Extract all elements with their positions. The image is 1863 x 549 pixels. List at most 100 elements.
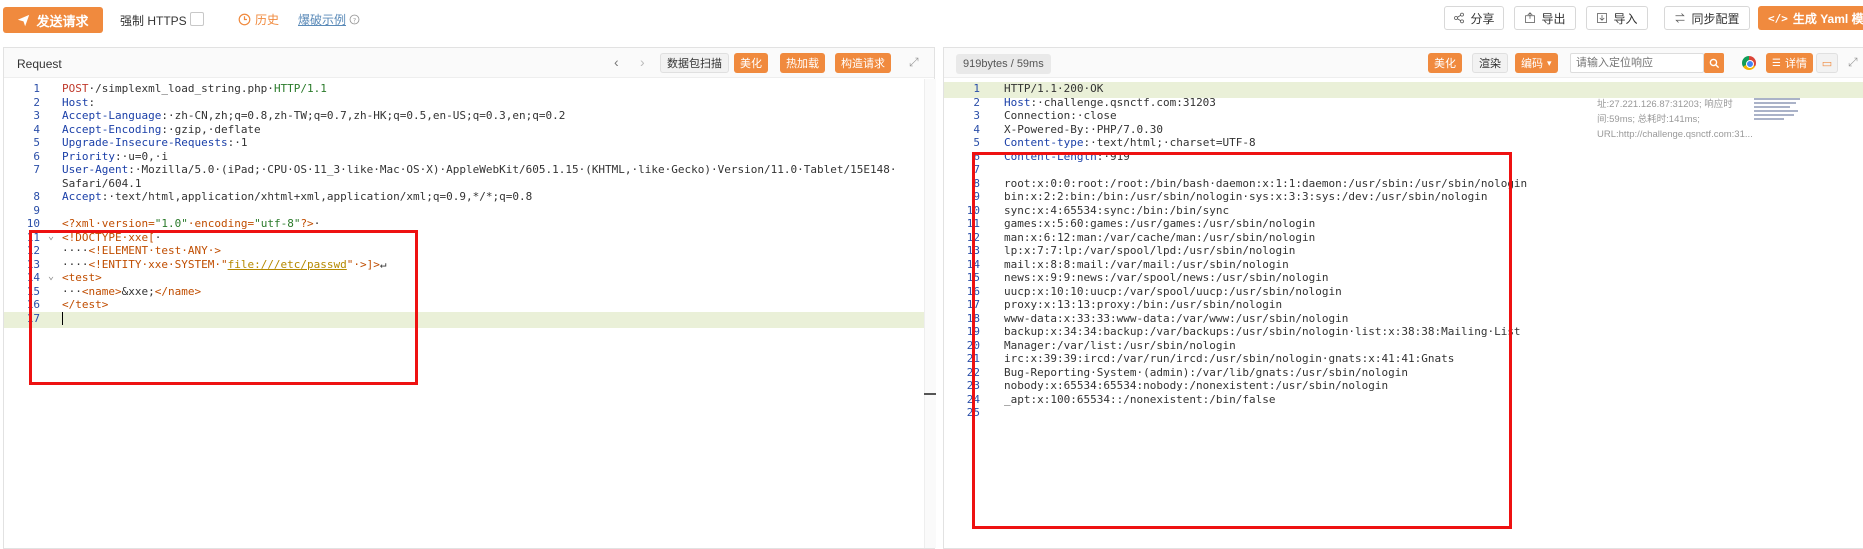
svg-text:?: ? — [353, 17, 356, 24]
line-number: 10 — [26, 217, 40, 230]
code-text: Connection:·close — [1004, 109, 1117, 122]
code-text: Host:·challenge.qsnctf.com:31203 — [1004, 96, 1216, 109]
render-button[interactable]: 渲染 — [1472, 53, 1508, 73]
share-icon — [1454, 12, 1465, 24]
code-token: ?> — [300, 217, 314, 230]
import-button[interactable]: 导入 — [1586, 6, 1648, 30]
code-token: :·Mozilla/5.0·(iPad;·CPU·OS·11_3·like·Ma… — [128, 163, 897, 176]
sync-config-button[interactable]: 同步配置 — [1664, 6, 1750, 30]
code-token: Accept-Encoding — [62, 122, 162, 136]
export-button[interactable]: 导出 — [1514, 6, 1576, 30]
code-text: User-Agent:·Mozilla/5.0·(iPad;·CPU·OS·11… — [62, 163, 896, 176]
browser-icon[interactable] — [1742, 56, 1756, 70]
line-number: 1 — [33, 82, 40, 95]
line-number: 7 — [33, 163, 40, 176]
request-scroll-marker — [924, 393, 936, 395]
menu-icon: ☰ — [1772, 57, 1781, 69]
expand-icon[interactable]: ⤢ — [909, 55, 919, 70]
code-token: Content-type — [1004, 136, 1084, 149]
code-token: :·zh-CN,zh;q=0.8,zh-TW;q=0.7,zh-HK;q=0.5… — [161, 109, 566, 122]
code-token: Priority — [62, 149, 115, 163]
help-icon: ? — [349, 14, 360, 25]
request-beautify-button[interactable]: 美化 — [734, 53, 768, 73]
send-request-button[interactable]: 发送请求 — [3, 7, 103, 33]
share-button[interactable]: 分享 — [1444, 6, 1504, 30]
code-token: Connection:·close — [1004, 109, 1117, 122]
build-request-button[interactable]: 构造请求 — [835, 53, 891, 73]
code-token: ·encoding= — [187, 217, 255, 230]
generate-yaml-label: 生成 Yaml 模板 — [1792, 11, 1863, 26]
response-expand-icon[interactable]: ⤢ — [1848, 55, 1858, 70]
top-toolbar: 发送请求 强制 HTTPS 历史 爆破示例 ? 分享 导出 导入 同步配置 </… — [0, 0, 1863, 40]
line-number: 5 — [973, 136, 980, 149]
code-token: Accept-Language — [62, 109, 162, 122]
code-token: ·/simplexml_load_string.php· — [88, 82, 274, 95]
code-text: Safari/604.1 — [62, 177, 141, 190]
chevron-left-icon[interactable]: ‹ — [614, 54, 619, 70]
code-token: :·gzip,·deflate — [161, 122, 261, 136]
code-text: Accept:·text/html,application/xhtml+xml,… — [62, 190, 532, 203]
examples-label: 爆破示例 — [298, 13, 347, 27]
code-token: Host — [62, 95, 89, 109]
line-number: 4 — [33, 122, 40, 136]
send-icon — [18, 14, 30, 26]
code-token: HTTP/1.1·200·OK — [1004, 82, 1104, 95]
response-panel: 919bytes / 59ms 美化 渲染 编码 ▾ ☰ 详情 ▭ ⤢ DNS耗… — [943, 47, 1863, 549]
request-scrollbar[interactable] — [924, 79, 936, 548]
code-text: <?xml·version="1.0"·encoding="utf-8"?>· — [62, 217, 320, 230]
line-number: 3 — [973, 109, 980, 122]
code-token: Upgrade-Insecure-Requests — [62, 136, 228, 149]
chevron-down-icon: ▾ — [1547, 57, 1552, 68]
encoding-dropdown[interactable]: 编码 ▾ — [1515, 53, 1558, 73]
code-text: Accept-Language:·zh-CN,zh;q=0.8,zh-TW;q=… — [62, 109, 565, 122]
code-token: Host — [1004, 95, 1031, 109]
details-button[interactable]: ☰ 详情 — [1766, 53, 1813, 73]
encoding-label: 编码 — [1521, 58, 1543, 70]
code-text: HTTP/1.1·200·OK — [1004, 82, 1103, 95]
code-token: User-Agent — [62, 163, 129, 176]
line-number: 2 — [33, 95, 40, 109]
code-text: Priority:·u=0,·i — [62, 150, 168, 163]
code-token: "utf-8" — [254, 217, 301, 230]
export-label: 导出 — [1541, 11, 1566, 26]
clock-icon — [238, 13, 251, 26]
code-token: "1.0" — [154, 217, 188, 230]
chevron-right-icon[interactable]: › — [640, 54, 645, 70]
code-token: X-Powered-By:·PHP/7.0.30 — [1004, 122, 1163, 136]
search-icon[interactable] — [1704, 53, 1724, 73]
code-token: Accept — [62, 190, 102, 203]
code-token: POST — [62, 82, 89, 95]
force-https-checkbox[interactable] — [190, 12, 204, 26]
generate-yaml-button[interactable]: </> 生成 Yaml 模板 — [1758, 6, 1863, 30]
code-text: Host: — [62, 96, 95, 109]
response-panel-header: 919bytes / 59ms 美化 渲染 编码 ▾ ☰ 详情 ▭ ⤢ — [944, 48, 1863, 78]
examples-link[interactable]: 爆破示例 ? — [298, 11, 360, 28]
code-token: :·1 — [227, 136, 248, 149]
line-number: 9 — [33, 203, 40, 217]
share-label: 分享 — [1470, 11, 1495, 26]
sync-config-label: 同步配置 — [1691, 11, 1740, 26]
export-icon — [1525, 12, 1536, 23]
packet-scan-button[interactable]: 数据包扫描 — [660, 53, 729, 73]
line-number: 3 — [33, 109, 40, 122]
hot-load-button[interactable]: 热加载 — [780, 53, 825, 73]
line-number: 6 — [33, 149, 40, 163]
code-token: :·u=0,·i — [114, 149, 168, 163]
request-title: Request — [17, 57, 62, 71]
sync-icon — [1675, 13, 1686, 23]
line-number: 2 — [973, 95, 980, 109]
code-token: <?xml·version= — [62, 217, 155, 230]
import-icon — [1597, 13, 1608, 23]
code-token: Safari/604.1 — [62, 176, 142, 190]
locate-response-input[interactable] — [1570, 53, 1704, 73]
history-label: 历史 — [255, 13, 280, 27]
request-highlight-box — [29, 230, 418, 385]
code-token: :·challenge.qsnctf.com:31203 — [1030, 95, 1216, 109]
details-label: 详情 — [1784, 58, 1807, 70]
history-button[interactable]: 历史 — [238, 11, 279, 28]
code-text: Content-type:·text/html;·charset=UTF-8 — [1004, 136, 1256, 149]
comment-icon[interactable]: ▭ — [1816, 53, 1838, 73]
line-number: 1 — [973, 82, 980, 95]
response-size-badge: 919bytes / 59ms — [956, 54, 1051, 74]
response-beautify-button[interactable]: 美化 — [1428, 53, 1462, 73]
